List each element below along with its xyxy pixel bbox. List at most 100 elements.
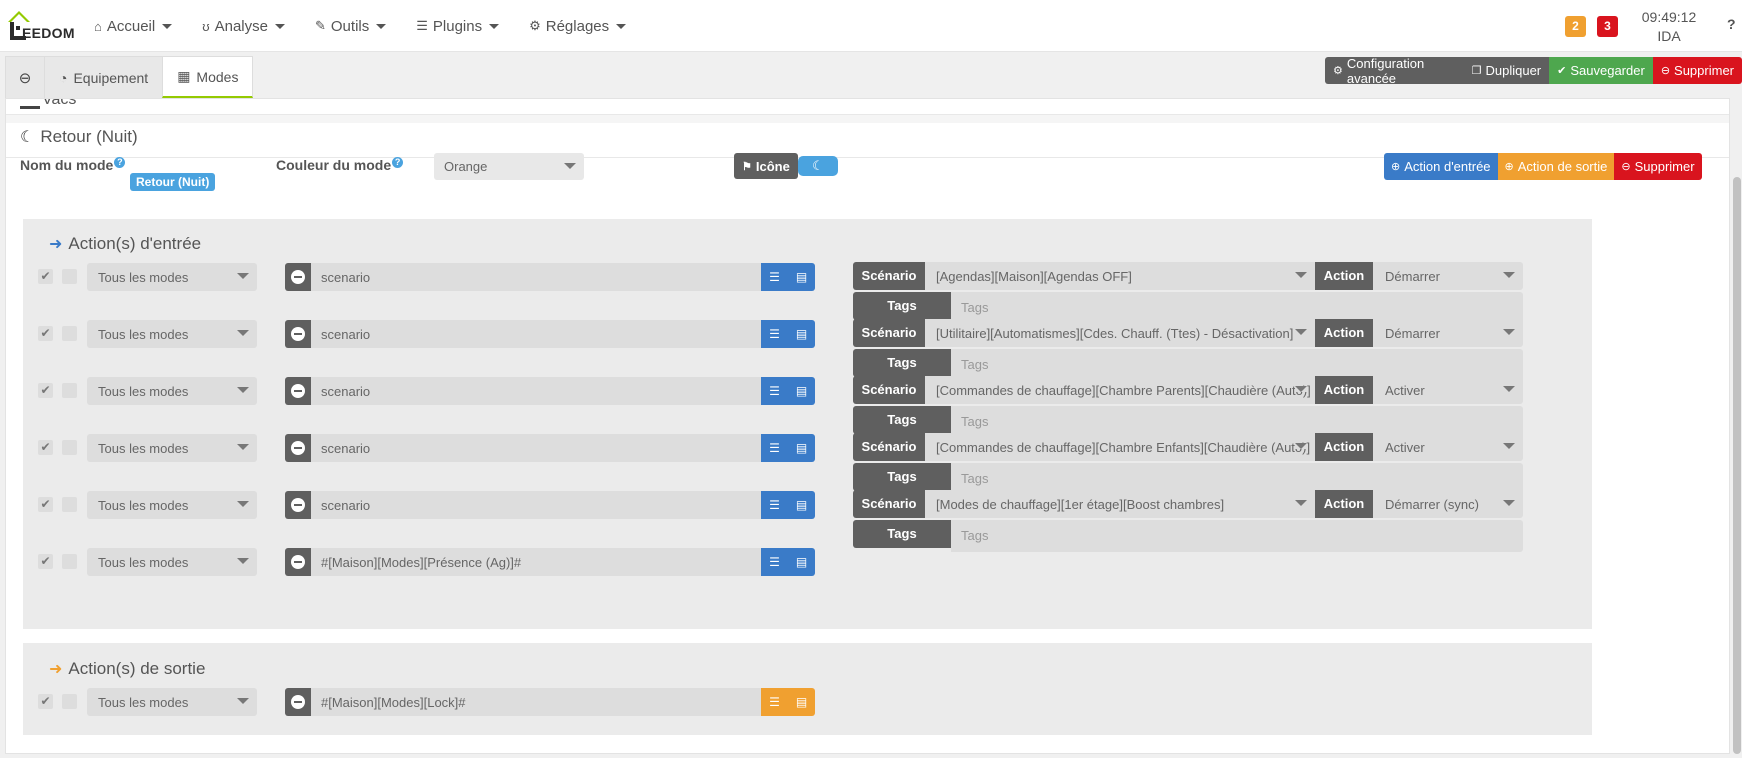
select-command-button[interactable]: ☰ (761, 377, 788, 405)
modes-select[interactable]: Tous les modes (87, 548, 257, 576)
mode-color-select[interactable]: Orange (434, 153, 584, 180)
enable-checkbox[interactable]: ✔ (38, 554, 53, 569)
tab-equipement[interactable]: ◔ Equipement (44, 56, 164, 98)
dupliquer-button[interactable]: ❐ Dupliquer (1463, 57, 1550, 84)
scenario-select[interactable]: [Modes de chauffage][1er étage][Boost ch… (925, 490, 1315, 518)
modes-select[interactable]: Tous les modes (87, 688, 257, 716)
select-action-button[interactable]: ▤ (788, 263, 815, 291)
remove-action-button[interactable] (285, 263, 311, 291)
command-input[interactable]: scenario (311, 434, 761, 462)
action-select[interactable]: Démarrer (1373, 319, 1523, 347)
modes-select-value: Tous les modes (98, 555, 189, 570)
modes-select[interactable]: Tous les modes (87, 263, 257, 291)
user-name[interactable]: IDA (1640, 27, 1698, 46)
command-input[interactable]: scenario (311, 320, 761, 348)
action-select[interactable]: Activer (1373, 433, 1523, 461)
menu-analyse[interactable]: ʊ Analyse (202, 18, 285, 35)
flag-icon: ⚑ (742, 160, 752, 173)
add-exit-action-button[interactable]: ⊕ Action de sortie (1497, 153, 1615, 180)
command-input[interactable]: scenario (311, 491, 761, 519)
caret-down-icon (1503, 500, 1515, 506)
remove-action-button[interactable] (285, 548, 311, 576)
minus-circle-icon (291, 498, 305, 512)
caret-down-icon (274, 23, 285, 29)
select-command-button[interactable]: ☰ (761, 688, 788, 716)
list-check-icon: ☰ (769, 270, 780, 284)
select-action-button[interactable]: ▤ (788, 491, 815, 519)
menu-accueil[interactable]: ⌂ Accueil (94, 18, 173, 35)
command-input[interactable]: scenario (311, 377, 761, 405)
scenario-select[interactable]: [Utilitaire][Automatismes][Cdes. Chauff.… (925, 319, 1315, 347)
config-avancee-button[interactable]: ⚙ Configuration avancée (1325, 56, 1464, 86)
caret-down-icon (564, 163, 576, 169)
action-select[interactable]: Démarrer (sync) (1373, 490, 1523, 518)
background-checkbox[interactable] (62, 440, 77, 455)
background-checkbox[interactable] (62, 269, 77, 284)
supprimer-button[interactable]: ⊖ Supprimer (1652, 57, 1742, 84)
sauvegarder-button[interactable]: ✔ Sauvegarder (1549, 57, 1653, 84)
select-action-button[interactable]: ▤ (788, 320, 815, 348)
select-command-button[interactable]: ☰ (761, 491, 788, 519)
scenario-options: Scénario [Commandes de chauffage][Chambre… (853, 433, 1523, 497)
caret-down-icon (237, 698, 249, 704)
select-action-button[interactable]: ▤ (788, 688, 815, 716)
action-select[interactable]: Activer (1373, 376, 1523, 404)
sign-in-icon: ➜ (49, 236, 63, 253)
command-input[interactable]: #[Maison][Modes][Présence (Ag)]# (311, 548, 761, 576)
choose-icon-button[interactable]: ⚑ Icône (734, 153, 798, 179)
command-input[interactable]: #[Maison][Modes][Lock]# (311, 688, 761, 716)
background-checkbox[interactable] (62, 554, 77, 569)
background-checkbox[interactable] (62, 497, 77, 512)
select-action-button[interactable]: ▤ (788, 548, 815, 576)
enable-checkbox[interactable]: ✔ (38, 497, 53, 512)
alerts-badge[interactable]: 3 (1597, 16, 1618, 37)
scenario-select[interactable]: [Agendas][Maison][Agendas OFF] (925, 262, 1315, 290)
select-action-button[interactable]: ▤ (788, 434, 815, 462)
background-checkbox[interactable] (62, 694, 77, 709)
background-checkbox[interactable] (62, 383, 77, 398)
enable-checkbox[interactable]: ✔ (38, 326, 53, 341)
remove-action-button[interactable] (285, 491, 311, 519)
jeedom-logo[interactable]: EEDOM (6, 8, 76, 42)
enable-checkbox[interactable]: ✔ (38, 269, 53, 284)
tab-bar: ⊖ ◔ Equipement ▦ Modes (5, 56, 254, 98)
previous-mode-header[interactable]: Vacs (6, 99, 1729, 115)
remove-action-button[interactable] (285, 688, 311, 716)
action-select[interactable]: Démarrer (1373, 262, 1523, 290)
help-icon[interactable]: ? (114, 157, 126, 168)
menu-plugins[interactable]: ☰ Plugins (416, 18, 500, 35)
select-command-button[interactable]: ☰ (761, 320, 788, 348)
select-command-button[interactable]: ☰ (761, 263, 788, 291)
scenario-select[interactable]: [Commandes de chauffage][Chambre Parents… (925, 376, 1315, 404)
select-command-button[interactable]: ☰ (761, 434, 788, 462)
caret-down-icon (237, 501, 249, 507)
select-command-button[interactable]: ☰ (761, 548, 788, 576)
tab-modes[interactable]: ▦ Modes (162, 56, 254, 98)
add-entry-action-button[interactable]: ⊕ Action d'entrée (1384, 153, 1498, 180)
remove-action-button[interactable] (285, 320, 311, 348)
th-large-icon: ▦ (177, 68, 191, 84)
background-checkbox[interactable] (62, 326, 77, 341)
modes-select[interactable]: Tous les modes (87, 491, 257, 519)
enable-checkbox[interactable]: ✔ (38, 694, 53, 709)
mode-title[interactable]: ☾ Retour (Nuit) (20, 127, 138, 147)
menu-outils[interactable]: ✎ Outils (315, 18, 387, 35)
scrollbar-thumb[interactable] (1733, 177, 1741, 754)
modes-select[interactable]: Tous les modes (87, 320, 257, 348)
enable-checkbox[interactable]: ✔ (38, 440, 53, 455)
modes-select[interactable]: Tous les modes (87, 434, 257, 462)
help-icon[interactable]: ? (1727, 16, 1736, 32)
remove-action-button[interactable] (285, 434, 311, 462)
caret-down-icon (237, 558, 249, 564)
delete-mode-button[interactable]: ⊖ Supprimer (1614, 153, 1702, 180)
messages-badge[interactable]: 2 (1565, 16, 1586, 37)
command-input[interactable]: scenario (311, 263, 761, 291)
help-icon[interactable]: ? (392, 157, 404, 168)
modes-select[interactable]: Tous les modes (87, 377, 257, 405)
scenario-select[interactable]: [Commandes de chauffage][Chambre Enfants… (925, 433, 1315, 461)
select-action-button[interactable]: ▤ (788, 377, 815, 405)
back-button[interactable]: ⊖ (5, 56, 45, 98)
menu-reglages[interactable]: ⚙ Réglages (529, 18, 627, 35)
remove-action-button[interactable] (285, 377, 311, 405)
enable-checkbox[interactable]: ✔ (38, 383, 53, 398)
